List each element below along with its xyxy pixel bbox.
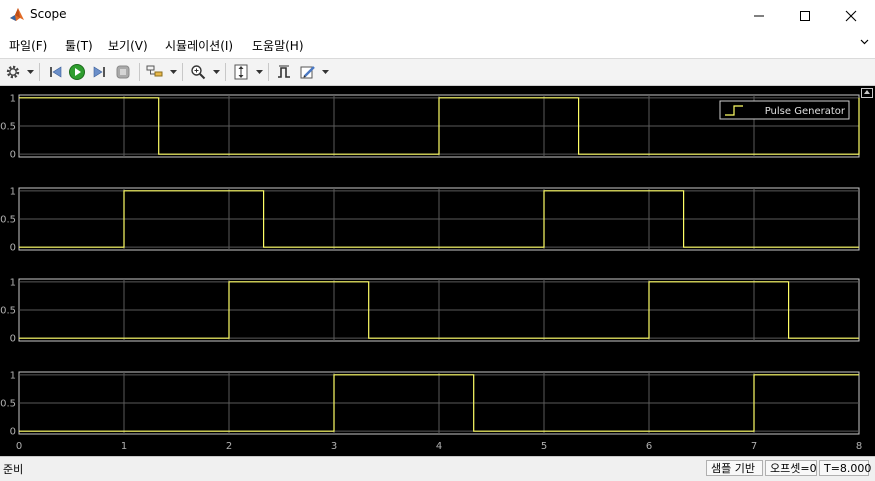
- y-tick-label: 0.5: [0, 215, 16, 226]
- settings-button[interactable]: [3, 61, 23, 83]
- scale-axes-dropdown[interactable]: [255, 68, 263, 76]
- matlab-icon: [10, 8, 24, 21]
- x-tick-label: 5: [541, 441, 547, 452]
- status-bar: 준비 샘플 기반 오프셋=0 T=8.000: [0, 456, 875, 481]
- y-tick-label: 0.5: [0, 122, 16, 133]
- scale-axes-icon: [234, 64, 248, 80]
- toolbar-separator: [182, 63, 183, 81]
- signal-selector-dropdown[interactable]: [169, 68, 177, 76]
- menu-tools[interactable]: 툴(T): [65, 37, 93, 54]
- dropdown-arrow-icon: [255, 69, 263, 74]
- toolbar-separator: [268, 63, 269, 81]
- maximize-icon: [800, 10, 810, 21]
- y-tick-label: 0: [10, 243, 16, 254]
- x-tick-label: 7: [751, 441, 757, 452]
- minimize-button[interactable]: [736, 0, 782, 31]
- signal-selector-button[interactable]: [145, 61, 165, 83]
- style-icon: [300, 66, 315, 79]
- undock-icon[interactable]: [861, 88, 873, 98]
- y-tick-label: 1: [10, 277, 16, 288]
- menu-help[interactable]: 도움말(H): [252, 37, 304, 54]
- run-button[interactable]: [67, 61, 87, 83]
- x-tick-label: 6: [646, 441, 652, 452]
- close-icon: [845, 10, 857, 21]
- x-tick-label: 3: [331, 441, 337, 452]
- step-forward-button[interactable]: [90, 61, 110, 83]
- settings-dropdown[interactable]: [26, 68, 34, 76]
- toolbar-separator: [39, 63, 40, 81]
- maximize-button[interactable]: [782, 0, 828, 31]
- y-tick-label: 1: [10, 186, 16, 197]
- x-tick-label: 4: [436, 441, 442, 452]
- minimize-icon: [754, 15, 764, 16]
- menu-simulation[interactable]: 시뮬레이션(I): [165, 37, 233, 54]
- dropdown-arrow-icon: [169, 69, 177, 74]
- menu-bar: 파일(F) 툴(T) 보기(V) 시뮬레이션(I) 도움말(H): [0, 33, 875, 57]
- signal-selector-icon: [146, 65, 163, 77]
- x-tick-label: 8: [856, 441, 862, 452]
- status-offset: 오프셋=0: [765, 460, 817, 476]
- window-title: Scope: [30, 7, 67, 21]
- style-button[interactable]: [298, 61, 318, 83]
- run-icon: [69, 64, 85, 80]
- title-bar: Scope: [0, 0, 875, 31]
- y-tick-label: 1: [10, 93, 16, 104]
- y-tick-label: 0: [10, 150, 16, 161]
- scope-display[interactable]: 0 0.5 1 0 0.5 1 0 0.5 1 0 0.5 1 0 1 2 3 4 5 6 7 8 Pulse Gener…: [0, 86, 875, 456]
- toolbar-separator: [139, 63, 140, 81]
- y-tick-label: 1: [10, 370, 16, 381]
- y-tick-label: 0.5: [0, 399, 16, 410]
- style-dropdown[interactable]: [321, 68, 329, 76]
- menu-file[interactable]: 파일(F): [9, 37, 47, 54]
- stop-button[interactable]: [113, 61, 133, 83]
- menu-collapse-icon[interactable]: [860, 37, 869, 46]
- dropdown-arrow-icon: [212, 69, 220, 74]
- cursor-measure-button[interactable]: [274, 61, 294, 83]
- zoom-icon: [191, 65, 206, 80]
- x-tick-label: 1: [121, 441, 127, 452]
- x-tick-label: 2: [226, 441, 232, 452]
- menu-view[interactable]: 보기(V): [108, 37, 148, 54]
- step-back-icon: [50, 66, 62, 78]
- legend-label: Pulse Generator: [765, 106, 846, 117]
- step-forward-icon: [93, 66, 105, 78]
- zoom-button[interactable]: [188, 61, 208, 83]
- status-ready: 준비: [3, 463, 24, 476]
- status-time: T=8.000: [819, 460, 871, 476]
- toolbar-separator: [225, 63, 226, 81]
- y-tick-label: 0.5: [0, 306, 16, 317]
- gear-icon: [6, 65, 20, 79]
- close-button[interactable]: [828, 0, 874, 31]
- toolbar: [0, 58, 875, 86]
- scope-plots: 0 0.5 1 0 0.5 1 0 0.5 1 0 0.5 1 0 1 2 3 4 5 6 7 8 Pulse Gener…: [0, 93, 862, 452]
- y-tick-label: 0: [10, 427, 16, 438]
- y-tick-label: 0: [10, 334, 16, 345]
- step-back-button[interactable]: [45, 61, 65, 83]
- status-sample-based: 샘플 기반: [706, 460, 763, 476]
- dropdown-arrow-icon: [26, 69, 34, 74]
- cursor-measure-icon: [278, 65, 290, 78]
- x-tick-label: 0: [16, 441, 22, 452]
- scale-axes-button[interactable]: [231, 61, 251, 83]
- stop-icon: [116, 65, 130, 79]
- zoom-dropdown[interactable]: [212, 68, 220, 76]
- dropdown-arrow-icon: [321, 69, 329, 74]
